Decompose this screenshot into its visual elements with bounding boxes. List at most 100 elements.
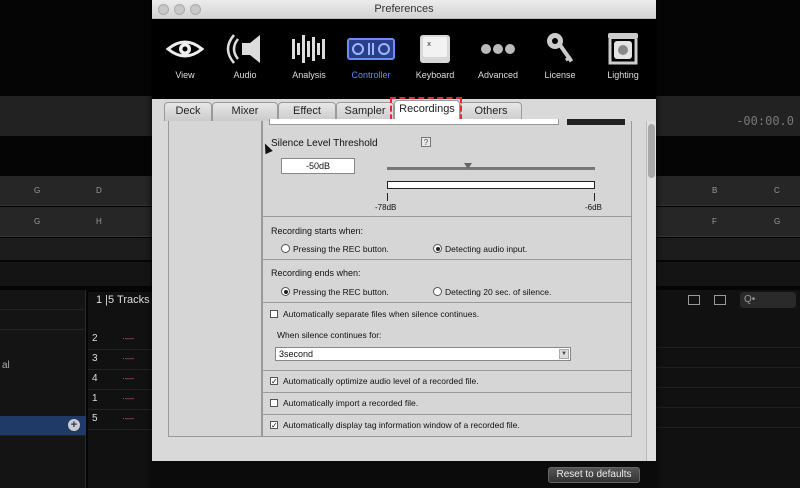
toolbar-item-view[interactable]: View [154, 19, 216, 99]
table-row[interactable]: 1 ·— [88, 390, 152, 410]
end-radio-silence[interactable] [433, 287, 442, 296]
tag-info-section: ✓ Automatically display tag information … [263, 415, 631, 437]
add-playlist-icon[interactable]: + [68, 419, 80, 431]
table-row[interactable]: 3 ·— [88, 350, 152, 370]
bg-key-label: G [34, 186, 41, 195]
separate-files-label[interactable]: Automatically separate files when silenc… [283, 309, 479, 319]
optimize-section: ✓ Automatically optimize audio level of … [263, 371, 631, 393]
help-icon[interactable]: ? [421, 137, 431, 147]
preferences-tabs: Deck Mixer Effect Sampler Others Recordi… [152, 99, 656, 121]
more-dots-icon [481, 44, 515, 54]
toolbar-label: Lighting [607, 70, 639, 80]
settings-left-pane [168, 121, 262, 437]
silence-duration-value: 3second [279, 349, 314, 359]
track-color-icon: ·— [122, 413, 134, 423]
separate-files-section: Automatically separate files when silenc… [263, 303, 631, 371]
table-row[interactable]: 4 ·— [88, 370, 152, 390]
grid-view-icon[interactable] [688, 295, 700, 305]
scrollbar-thumb[interactable] [648, 124, 655, 178]
bg-key-label: D [96, 186, 102, 195]
toolbar-item-analysis[interactable]: Analysis [278, 19, 340, 99]
end-option-label[interactable]: Pressing the REC button. [293, 287, 389, 297]
bg-tree-row-selected[interactable]: + [0, 416, 86, 436]
bg-tree-label: al [2, 360, 10, 371]
toolbar-item-license[interactable]: License [529, 19, 591, 99]
table-row[interactable]: 2 ·— [88, 330, 152, 350]
track-number: 5 [92, 413, 98, 424]
track-number: 2 [92, 333, 98, 344]
bg-tree-row[interactable] [0, 310, 86, 330]
table-row[interactable] [656, 408, 800, 428]
track-color-icon: ·— [122, 373, 134, 383]
preferences-bottom-bar: Reset to defaults [152, 461, 656, 488]
level-meter-top [387, 181, 595, 189]
toolbar-label: View [175, 70, 195, 80]
title-bar[interactable]: Preferences [152, 0, 656, 19]
level-meter-bottom [387, 193, 595, 201]
start-radio-audio-input[interactable] [433, 244, 442, 253]
bg-tree-row[interactable] [0, 290, 86, 310]
toolbar-item-audio[interactable]: Audio [214, 19, 276, 99]
threshold-slider[interactable] [387, 167, 595, 170]
recording-ends-label: Recording ends when: [271, 268, 361, 278]
table-row[interactable] [656, 348, 800, 368]
meter-min-label: -78dB [375, 203, 397, 212]
bg-key-label: C [774, 186, 780, 195]
list-view-icon[interactable] [714, 295, 726, 305]
bg-track-count: 1 |5 Tracks [96, 294, 150, 306]
end-option-label[interactable]: Detecting 20 sec. of silence. [445, 287, 551, 297]
reset-to-defaults-button[interactable]: Reset to defaults [548, 467, 640, 483]
silence-duration-select[interactable]: 3second ▼ [275, 347, 571, 361]
threshold-slider-thumb[interactable] [464, 163, 473, 169]
bg-browser-right: Q• [656, 290, 800, 488]
end-radio-rec-button[interactable] [281, 287, 290, 296]
table-row[interactable]: 5 ·— [88, 410, 152, 430]
start-radio-rec-button[interactable] [281, 244, 290, 253]
import-checkbox[interactable] [270, 399, 278, 407]
meter-max-label: -6dB [585, 203, 602, 212]
window-title: Preferences [374, 3, 434, 15]
start-option-label[interactable]: Pressing the REC button. [293, 244, 389, 254]
toolbar-item-keyboard[interactable]: x Keyboard [404, 19, 466, 99]
eye-icon [165, 40, 205, 58]
bg-tree-panel: al + [0, 290, 86, 488]
separate-files-checkbox[interactable] [270, 310, 278, 318]
tab-recordings[interactable]: Recordings [394, 100, 460, 121]
track-number: 1 [92, 393, 98, 404]
silence-continues-label: When silence continues for: [277, 330, 382, 340]
table-row[interactable] [656, 368, 800, 388]
toolbar-label: Advanced [477, 70, 519, 80]
start-option-label[interactable]: Detecting audio input. [445, 244, 527, 254]
toolbar-item-lighting[interactable]: Lighting [592, 19, 654, 99]
table-row[interactable] [656, 328, 800, 348]
settings-main-pane: Silence Level Threshold ? -50dB -78dB -6… [262, 119, 632, 437]
waveform-icon [292, 35, 325, 63]
tag-info-checkbox[interactable]: ✓ [270, 421, 278, 430]
toolbar-label: Controller [351, 70, 391, 80]
dropdown-arrow-icon[interactable]: ▼ [559, 349, 569, 359]
bg-tree-row[interactable]: al [0, 356, 86, 376]
preferences-window: Preferences View Audio Analysis Controll… [152, 0, 656, 488]
bg-track-list: 1 |5 Tracks 2 ·— 3 ·— 4 ·— 1 ·— 5 ·— [88, 292, 152, 488]
moving-light-icon [608, 33, 638, 65]
keyboard-key-icon: x [420, 35, 450, 63]
threshold-value-field[interactable]: -50dB [281, 158, 355, 174]
recordings-settings-panel: Silence Level Threshold ? -50dB -78dB -6… [152, 119, 656, 461]
bg-search-input[interactable]: Q• [740, 292, 796, 308]
optimize-checkbox[interactable]: ✓ [270, 377, 278, 386]
bg-key-label: G [34, 217, 41, 226]
svg-text:x: x [427, 40, 431, 48]
track-number: 4 [92, 373, 98, 384]
optimize-label[interactable]: Automatically optimize audio level of a … [283, 376, 479, 386]
bg-key-label: B [712, 186, 718, 195]
toolbar-item-controller[interactable]: Controller [340, 19, 402, 99]
bg-time-readout: -00:00.0 [736, 114, 794, 128]
bg-key-label: H [96, 217, 102, 226]
tag-info-label[interactable]: Automatically display tag information wi… [283, 420, 520, 430]
toolbar-item-advanced[interactable]: Advanced [467, 19, 529, 99]
tab-deck[interactable]: Deck [164, 102, 212, 121]
toolbar-label: License [544, 70, 576, 80]
toolbar-label: Keyboard [415, 70, 455, 80]
table-row[interactable] [656, 388, 800, 408]
import-label[interactable]: Automatically import a recorded file. [283, 398, 418, 408]
